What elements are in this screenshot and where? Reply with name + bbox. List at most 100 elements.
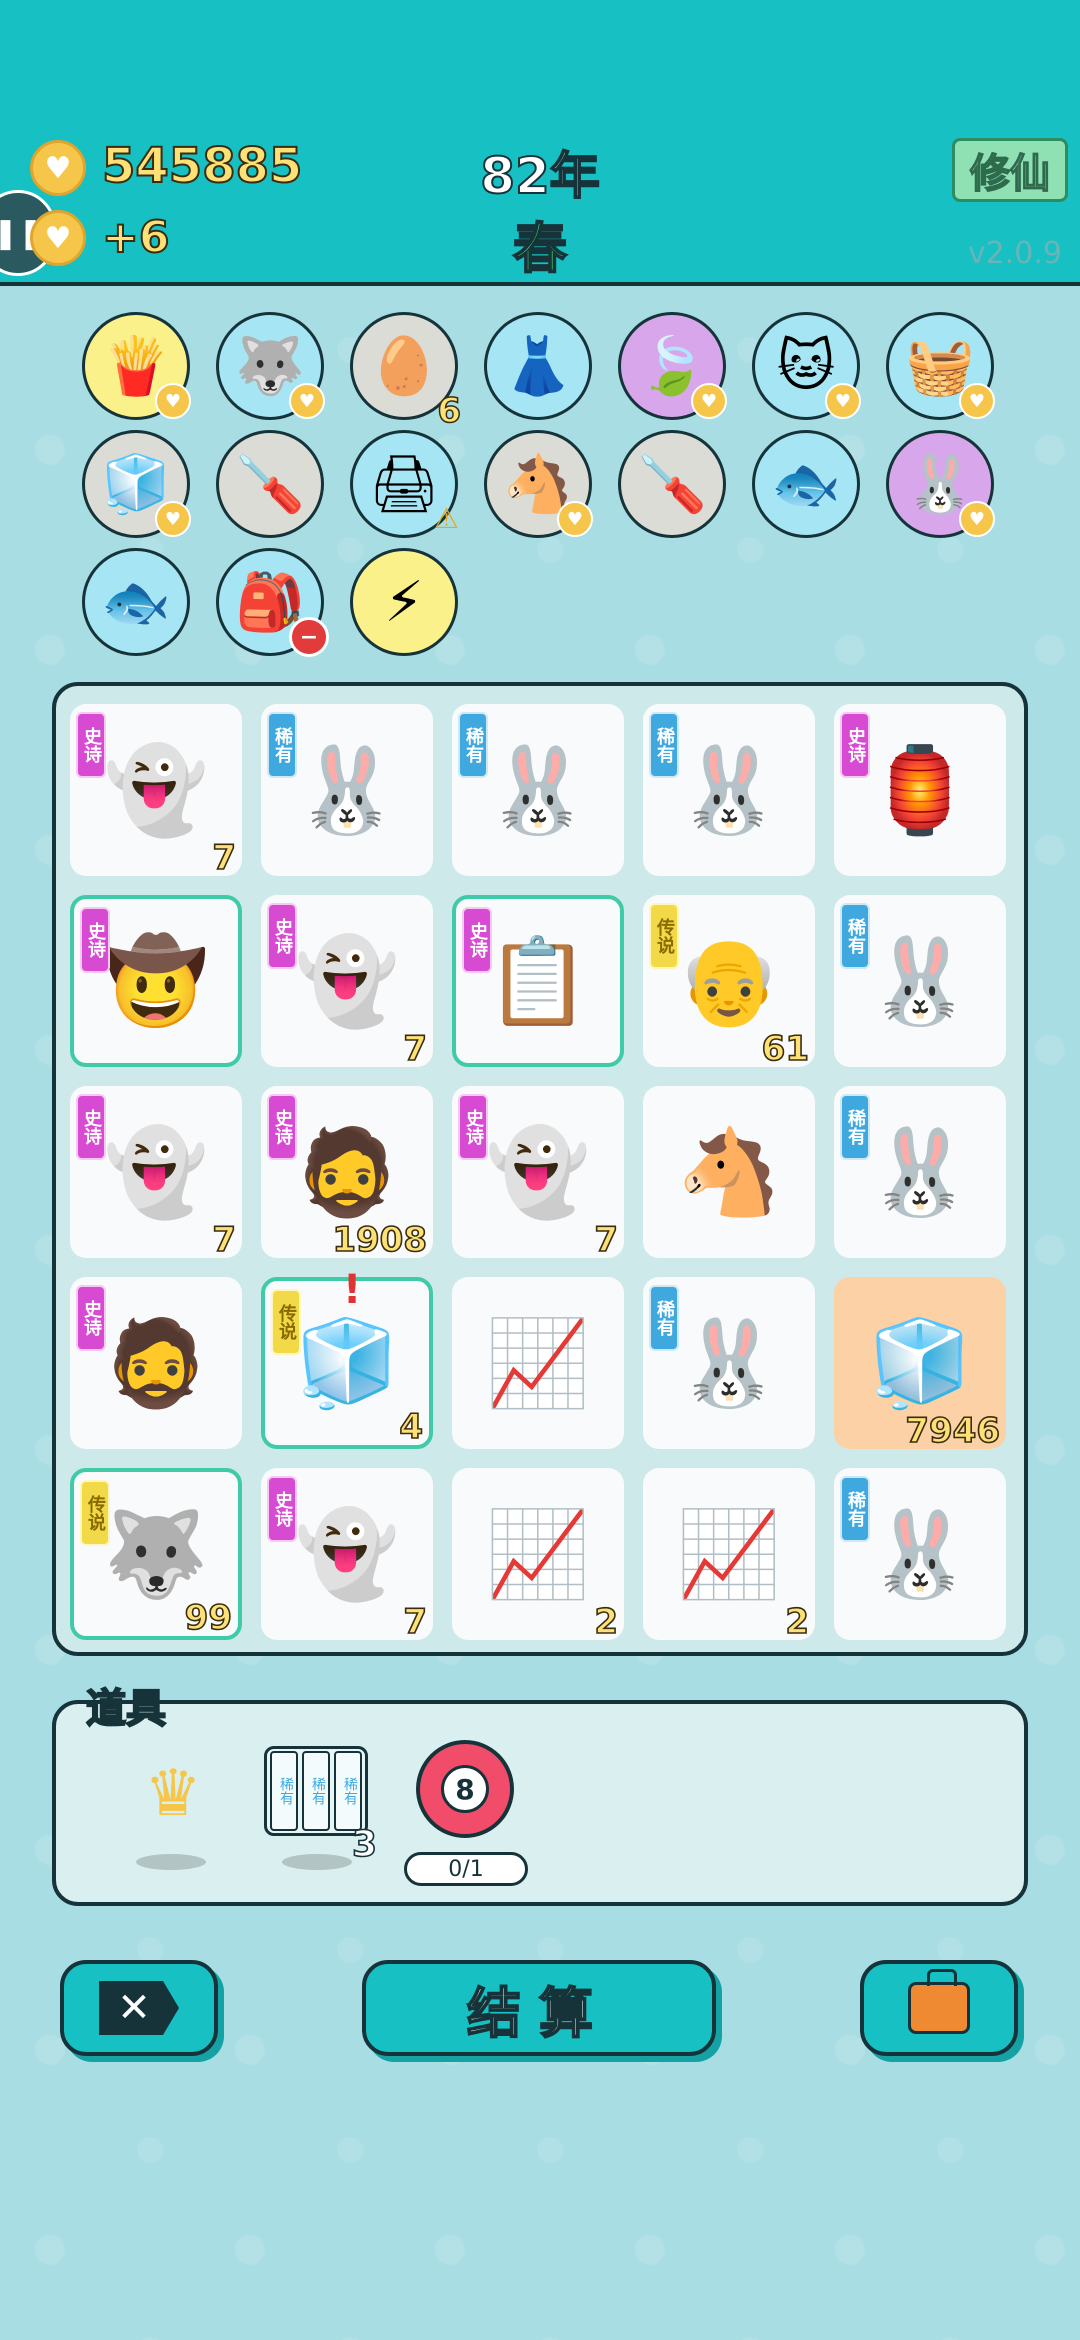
board-cell-bearded-man[interactable]: 🧔 史诗 1908 <box>261 1086 433 1261</box>
stock-chart-icon: 📈 <box>485 1504 591 1603</box>
cultivate-button[interactable]: 修仙 <box>952 138 1068 202</box>
board-cell-crowned-husky[interactable]: 🐺 传说 99 <box>70 1468 242 1640</box>
board-cell-fridge[interactable]: 🧊 7946 <box>834 1277 1006 1452</box>
heart-badge-icon: ♥ <box>691 383 727 419</box>
rarity-tag-legend: 传说 <box>271 1289 301 1355</box>
owned-item-fish-bowl[interactable]: 🐟 <box>82 548 190 656</box>
warning-icon: ⚠ <box>433 502 459 535</box>
board-cell-rabbit[interactable]: 🐰 稀有 <box>643 704 815 876</box>
board-cell-ghost[interactable]: 👻 史诗 7 <box>452 1086 624 1261</box>
rarity-tag-epic: 史诗 <box>458 1094 488 1160</box>
board-cell-rabbit-house[interactable]: 🏮 史诗 <box>834 704 1006 876</box>
owned-item-fruit-basket[interactable]: 🧺 ♥ <box>886 312 995 420</box>
owned-item-rice-bag[interactable]: 🎒 − <box>216 548 329 657</box>
board-cell-ghost[interactable]: 👻 史诗 7 <box>261 895 433 1070</box>
ghost-icon: 👻 <box>485 1122 591 1221</box>
close-icon: ✕ <box>99 1981 179 2035</box>
cell-value: 2 <box>594 1601 619 1643</box>
version-label: v2.0.9 <box>967 236 1062 271</box>
board-cell-stock-chart[interactable]: 📈 <box>452 1277 624 1449</box>
rarity-tag-legend: 传说 <box>80 1480 110 1546</box>
owned-item-pleated-skirt[interactable]: 👗 <box>484 312 592 420</box>
rarity-tag-rare: 稀有 <box>458 712 488 778</box>
owned-item-fish-bowl[interactable]: 🐟 <box>752 430 860 538</box>
settle-button[interactable]: 结算 <box>362 1960 716 2056</box>
rare-pack-prop[interactable]: 稀有 稀有 稀有 <box>264 1746 368 1836</box>
rarity-tag-epic: 史诗 <box>76 712 106 778</box>
briefcase-icon <box>908 1969 970 2034</box>
screwdriver-icon: 🪛 <box>235 452 305 517</box>
rarity-tag-epic: 史诗 <box>267 1476 297 1542</box>
board-cell-ghost[interactable]: 👻 史诗 7 <box>70 704 242 879</box>
board-cell-stock-chart[interactable]: 📈 2 <box>643 1468 815 1643</box>
rarity-tag-epic: 史诗 <box>267 903 297 969</box>
alert-icon: ! <box>343 1267 362 1313</box>
crown-icon: ♛ <box>144 1757 202 1831</box>
crown-prop[interactable]: ♛ <box>118 1754 228 1834</box>
owned-item-printer[interactable]: 🖨 ⚠ <box>350 430 459 538</box>
board-cell-rabbit[interactable]: 🐰 稀有 <box>834 1468 1006 1640</box>
fridge-icon: 🧊 <box>294 1313 400 1412</box>
board-cell-bald-man-glasses[interactable]: 👴 传说 61 <box>643 895 815 1070</box>
rarity-tag-legend: 传说 <box>649 903 679 969</box>
printer-icon: 🖨 <box>368 452 440 517</box>
board-cell-rabbit[interactable]: 🐰 稀有 <box>643 1277 815 1449</box>
ball-prop[interactable]: 8 <box>416 1740 514 1838</box>
board-cell-rabbit[interactable]: 🐰 稀有 <box>452 704 624 876</box>
rare-pack-count: 3 <box>351 1823 378 1866</box>
ghost-icon: 👻 <box>294 1504 400 1603</box>
owned-item-rabbit[interactable]: 🐰 ♥ <box>886 430 995 538</box>
rabbit-icon: 🐰 <box>676 740 782 839</box>
owned-item-french-fries[interactable]: 🍟 ♥ <box>82 312 191 420</box>
board-cell-rabbit[interactable]: 🐰 稀有 <box>261 704 433 876</box>
egg-tray-icon: 🥚 <box>369 334 439 399</box>
cell-value: 4 <box>399 1406 424 1448</box>
board-cell-horse[interactable]: 🐴 <box>643 1086 815 1258</box>
owned-item-screwdriver[interactable]: 🪛 <box>216 430 324 538</box>
board-cell-cowboy-grandpa[interactable]: 🤠 史诗 <box>70 895 242 1067</box>
rarity-tag-rare: 稀有 <box>649 1285 679 1351</box>
year-label: 82年 <box>479 146 601 206</box>
owned-item-sugar-cubes[interactable]: 🧊 ♥ <box>82 430 191 538</box>
stock-chart-icon: 📈 <box>485 1313 591 1412</box>
rarity-tag-rare: 稀有 <box>267 712 297 778</box>
owned-item-egg-tray[interactable]: 🥚 6 <box>350 312 462 432</box>
cell-value: 99 <box>184 1597 233 1639</box>
board-cell-rabbit[interactable]: 🐰 稀有 <box>834 895 1006 1067</box>
season-label: 春 <box>512 216 568 281</box>
owned-item-leaf[interactable]: 🍃 ♥ <box>618 312 727 420</box>
heart-badge-icon: ♥ <box>557 501 593 537</box>
ball-progress: 0/1 <box>404 1852 528 1886</box>
board-cell-stock-chart[interactable]: 📈 2 <box>452 1468 624 1643</box>
cell-value: 7 <box>403 1028 428 1070</box>
heart-badge-icon: ♥ <box>155 501 191 537</box>
pleated-skirt-icon: 👗 <box>503 334 573 399</box>
rarity-tag-rare: 稀有 <box>840 1094 870 1160</box>
cell-value: 7 <box>594 1219 619 1261</box>
ctrl-c-ctrl-v-icon: 📋 <box>485 931 591 1030</box>
ghost-icon: 👻 <box>103 740 209 839</box>
owned-item-husky[interactable]: 🐺 ♥ <box>216 312 325 420</box>
board-cell-ghost[interactable]: 👻 史诗 7 <box>261 1468 433 1643</box>
owned-item-lightning[interactable]: ⚡ <box>350 548 458 656</box>
top-bar: ❚❚ ♥ 545885 ♥ +6 82年 春 修仙 v2.0.9 <box>0 0 1080 286</box>
board-cell-rabbit[interactable]: 🐰 稀有 <box>834 1086 1006 1258</box>
rabbit-icon: 🐰 <box>867 931 973 1030</box>
board-cell-fridge[interactable]: 🧊 传说 4! <box>261 1267 433 1449</box>
quit-button[interactable]: ✕ <box>60 1960 218 2056</box>
cell-value: 1908 <box>332 1219 428 1261</box>
cell-value: 2 <box>785 1601 810 1643</box>
ball-number: 8 <box>441 1765 489 1813</box>
board-cell-ctrl-c-ctrl-v[interactable]: 📋 史诗 <box>452 895 624 1067</box>
bearded-man-icon: 🧔 <box>103 1313 209 1412</box>
owned-item-horse-couple[interactable]: 🐴 ♥ <box>484 430 593 538</box>
board-cell-bearded-man[interactable]: 🧔 史诗 <box>70 1277 242 1449</box>
lightning-icon: ⚡ <box>384 569 424 635</box>
backpack-button[interactable] <box>860 1960 1018 2056</box>
board-cell-ghost[interactable]: 👻 史诗 7 <box>70 1086 242 1261</box>
owned-item-screwdriver[interactable]: 🪛 <box>618 430 726 538</box>
heart-badge-icon: ♥ <box>289 383 325 419</box>
owned-item-cat[interactable]: 🐱 ♥ <box>752 312 861 420</box>
horse-icon: 🐴 <box>676 1122 782 1221</box>
heart-badge-icon: ♥ <box>959 383 995 419</box>
